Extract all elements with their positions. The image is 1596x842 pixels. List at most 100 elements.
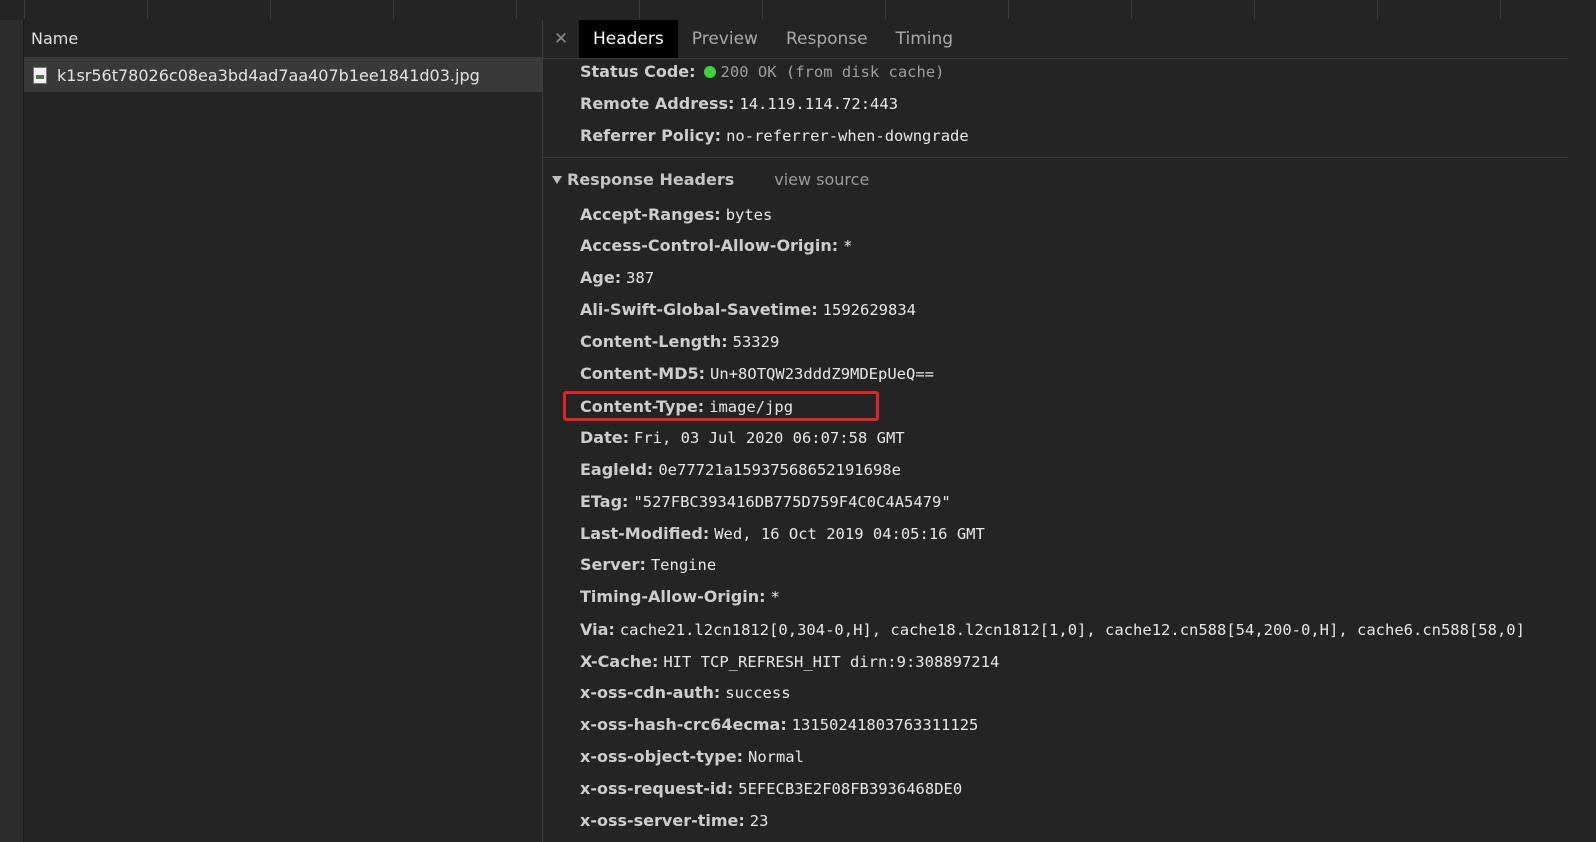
header-value: Un+8OTQW23dddZ9MDEpUeQ== xyxy=(710,365,935,383)
request-list: Name k1sr56t78026c08ea3bd4ad7aa407b1ee18… xyxy=(24,20,543,842)
header-row: ETag: "527FBC393416DB775D759F4C0C4A5479" xyxy=(580,492,951,512)
header-key: Access-Control-Allow-Origin: xyxy=(580,236,839,255)
timeline-gridline xyxy=(1377,0,1378,19)
section-divider xyxy=(543,157,1596,158)
timeline-gridline xyxy=(639,0,640,19)
header-value: "527FBC393416DB775D759F4C0C4A5479" xyxy=(633,493,951,511)
header-key: ETag: xyxy=(580,492,629,511)
tab-timing[interactable]: Timing xyxy=(882,20,967,58)
header-row: Last-Modified: Wed, 16 Oct 2019 04:05:16 … xyxy=(580,524,985,544)
timeline-gridline xyxy=(1254,0,1255,19)
header-row: Via: cache21.l2cn1812[0,304-0,H], cache18… xyxy=(580,620,1525,640)
header-row: Ali-Swift-Global-Savetime: 1592629834 xyxy=(580,300,916,320)
header-key: Date: xyxy=(580,428,629,447)
response-headers-section-header[interactable]: Response Headers view source xyxy=(552,170,869,189)
header-key: Last-Modified: xyxy=(580,524,710,543)
close-icon[interactable]: ✕ xyxy=(543,20,579,58)
name-column-header[interactable]: Name xyxy=(24,20,542,58)
header-value: 0e77721a15937568652191698e xyxy=(658,461,901,479)
request-file-name: k1sr56t78026c08ea3bd4ad7aa407b1ee1841d03… xyxy=(57,65,480,85)
view-source-link[interactable]: view source xyxy=(774,170,869,189)
name-column-header-label: Name xyxy=(31,29,79,48)
header-row: Content-Length: 53329 xyxy=(580,332,779,352)
header-value: 5EFECB3E2F08FB3936468DE0 xyxy=(738,780,963,798)
header-row: X-Cache: HIT TCP_REFRESH_HIT dirn:9:30889… xyxy=(580,652,999,672)
header-key: Ali-Swift-Global-Savetime: xyxy=(580,300,818,319)
timeline-gridline xyxy=(1008,0,1009,19)
header-value: 53329 xyxy=(732,333,780,351)
timeline-gridline xyxy=(1500,0,1501,19)
header-row: x-oss-cdn-auth: success xyxy=(580,683,791,703)
header-row: Age: 387 xyxy=(580,268,654,288)
timeline-gridline xyxy=(762,0,763,19)
header-key: EagleId: xyxy=(580,460,654,479)
header-key: x-oss-server-time: xyxy=(580,811,745,830)
timeline-overview xyxy=(0,0,1596,19)
header-value: success xyxy=(725,684,791,702)
header-key: Timing-Allow-Origin: xyxy=(580,587,766,606)
header-row: Date: Fri, 03 Jul 2020 06:07:58 GMT xyxy=(580,428,905,448)
timeline-gridline xyxy=(393,0,394,19)
header-key: Age: xyxy=(580,268,622,287)
header-key: Referrer Policy: xyxy=(580,126,722,145)
image-file-icon xyxy=(33,66,47,84)
header-key: Server: xyxy=(580,555,646,574)
header-key: Remote Address: xyxy=(580,94,735,113)
header-value: Tengine xyxy=(650,556,717,574)
request-row[interactable]: k1sr56t78026c08ea3bd4ad7aa407b1ee1841d03… xyxy=(24,58,542,92)
header-key: Status Code: xyxy=(580,62,696,81)
header-row-status-code: Status Code: 200 OK (from disk cache) xyxy=(580,62,945,82)
header-key: x-oss-cdn-auth: xyxy=(580,683,721,702)
scrollbar-track[interactable] xyxy=(1568,58,1596,842)
header-row: Access-Control-Allow-Origin: * xyxy=(580,236,852,256)
header-value: * xyxy=(770,588,780,606)
header-value: bytes xyxy=(725,206,773,224)
header-value: 1592629834 xyxy=(822,301,916,319)
header-row: Content-MD5: Un+8OTQW23dddZ9MDEpUeQ== xyxy=(580,364,934,384)
header-value: HIT TCP_REFRESH_HIT dirn:9:308897214 xyxy=(663,653,1000,671)
header-key: Content-Length: xyxy=(580,332,728,351)
left-strip xyxy=(0,20,24,842)
header-row-referrer-policy: Referrer Policy: no-referrer-when-downgra… xyxy=(580,126,969,146)
header-key: x-oss-hash-crc64ecma: xyxy=(580,715,787,734)
request-details-panel: ✕ Headers Preview Response Timing Status… xyxy=(543,20,1596,842)
header-row: x-oss-request-id: 5EFECB3E2F08FB3936468DE… xyxy=(580,779,962,799)
header-key: x-oss-object-type: xyxy=(580,747,743,766)
header-row: Accept-Ranges: bytes xyxy=(580,205,772,225)
status-dot-icon xyxy=(703,66,716,78)
header-key: x-oss-request-id: xyxy=(580,779,734,798)
details-tab-bar: ✕ Headers Preview Response Timing xyxy=(543,20,1596,59)
header-row: x-oss-server-time: 23 xyxy=(580,811,768,831)
header-key: X-Cache: xyxy=(580,652,659,671)
header-row: x-oss-hash-crc64ecma: 1315024180376331112… xyxy=(580,715,978,735)
expand-triangle-icon[interactable] xyxy=(552,176,562,184)
header-value: no-referrer-when-downgrade xyxy=(726,127,969,145)
header-key: Content-MD5: xyxy=(580,364,706,383)
tab-response[interactable]: Response xyxy=(772,20,882,58)
timeline-gridline xyxy=(147,0,148,19)
header-value: Normal xyxy=(747,748,804,766)
header-row-remote-address: Remote Address: 14.119.114.72:443 xyxy=(580,94,898,114)
content-type-highlight-box xyxy=(563,391,879,421)
header-value: * xyxy=(843,237,853,255)
section-title: Response Headers xyxy=(567,170,735,189)
header-row: x-oss-object-type: Normal xyxy=(580,747,804,767)
header-value: cache21.l2cn1812[0,304-0,H], cache18.l2c… xyxy=(619,621,1525,639)
timeline-gridline xyxy=(516,0,517,19)
header-value: 200 OK (from disk cache) xyxy=(720,63,945,81)
header-value: Fri, 03 Jul 2020 06:07:58 GMT xyxy=(633,429,905,447)
header-value: 13150241803763311125 xyxy=(791,716,979,734)
timeline-gridline xyxy=(885,0,886,19)
header-value: 23 xyxy=(749,812,769,830)
header-row: Timing-Allow-Origin: * xyxy=(580,587,780,607)
header-value: 387 xyxy=(626,269,655,287)
header-row: EagleId: 0e77721a15937568652191698e xyxy=(580,460,901,480)
timeline-gridline xyxy=(1131,0,1132,19)
header-key: Via: xyxy=(580,620,615,639)
timeline-gridline xyxy=(24,0,25,19)
header-value: 14.119.114.72:443 xyxy=(739,95,899,113)
timeline-gridline xyxy=(270,0,271,19)
tab-preview[interactable]: Preview xyxy=(678,20,772,58)
header-row: Server: Tengine xyxy=(580,555,716,575)
tab-headers[interactable]: Headers xyxy=(579,20,678,58)
